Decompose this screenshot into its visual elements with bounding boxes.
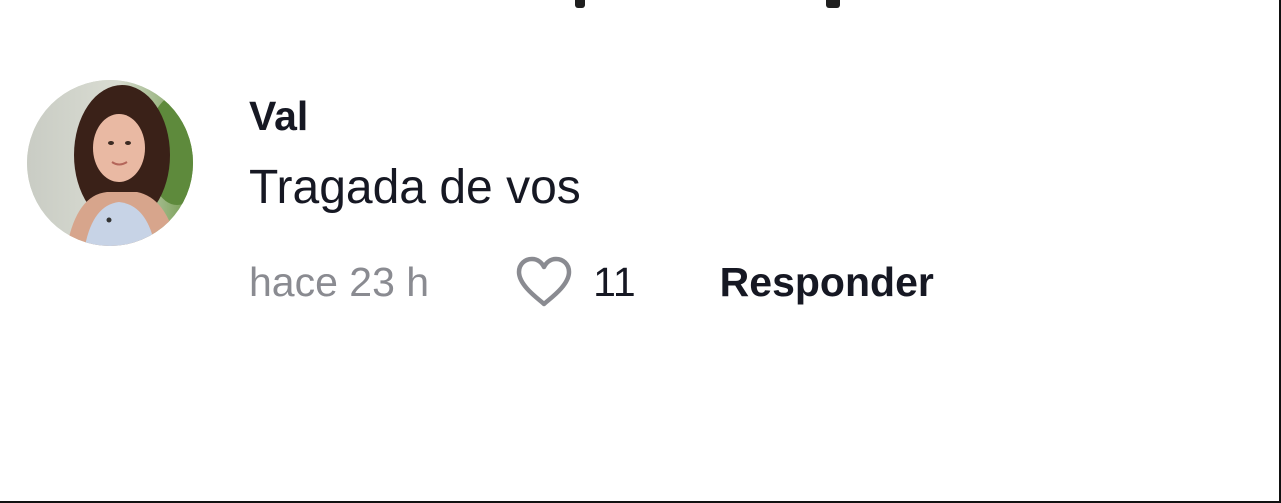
comment-text: Tragada de vos bbox=[249, 161, 581, 214]
comment-username[interactable]: Val bbox=[249, 92, 308, 140]
avatar[interactable] bbox=[27, 80, 193, 246]
comment-timestamp: hace 23 h bbox=[249, 258, 430, 305]
comment-meta: hace 23 h 11 Responder bbox=[249, 252, 934, 312]
heart-outline-icon bbox=[516, 256, 572, 307]
partial-glyph-top bbox=[826, 0, 840, 8]
reply-button[interactable]: Responder bbox=[720, 259, 934, 306]
avatar-image bbox=[27, 80, 193, 246]
partial-glyph-top bbox=[575, 0, 585, 8]
like-count: 11 bbox=[593, 258, 636, 305]
like-button[interactable]: 11 bbox=[513, 254, 636, 310]
